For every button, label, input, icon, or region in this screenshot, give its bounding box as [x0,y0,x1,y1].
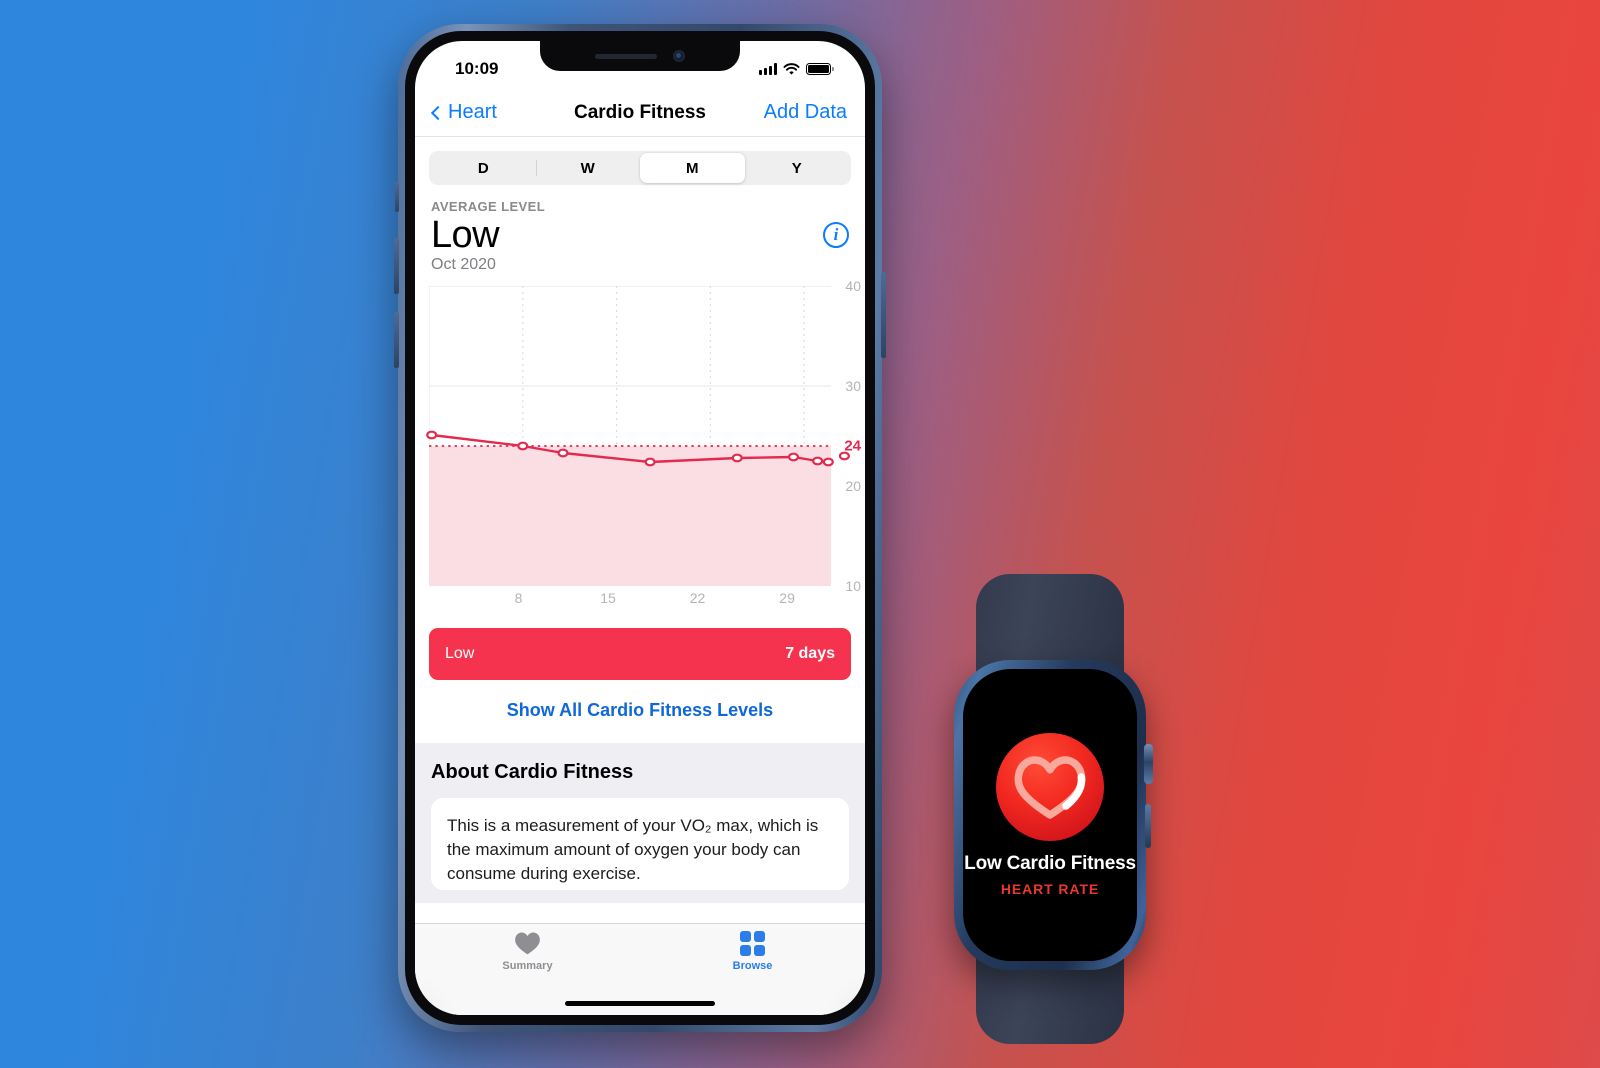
silent-switch[interactable] [395,182,399,212]
wallpaper-background: 10:09 Heart Cardio Fitness Add Data D W … [0,0,1600,1068]
power-button[interactable] [881,272,886,358]
time-range-segmented-control[interactable]: D W M Y [429,151,851,185]
chart-x-tick-label: 22 [689,589,706,606]
apple-watch-device: Low Cardio Fitness HEART RATE [916,574,1184,1044]
volume-up-button[interactable] [394,238,399,294]
cardio-level-label: Low [445,644,475,662]
segment-week[interactable]: W [535,153,641,183]
chart-average-label: 24 [844,437,861,455]
wifi-icon [783,62,800,75]
info-circle-icon[interactable]: i [823,222,849,249]
about-section-body: This is a measurement of your VO₂ max, w… [431,797,849,890]
segment-month[interactable]: M [640,153,745,183]
tab-browse-label: Browse [732,960,773,972]
average-level-caption: AVERAGE LEVEL [431,199,546,214]
add-data-button[interactable]: Add Data [764,101,847,124]
chart-y-tick-label: 30 [845,377,861,394]
segment-year[interactable]: Y [745,153,850,183]
chart-area-fill [429,445,831,586]
phone-bezel: 10:09 Heart Cardio Fitness Add Data D W … [405,31,875,1025]
chart-y-tick-label: 20 [845,477,861,494]
tab-summary-label: Summary [502,960,553,972]
chart-plot-area [429,286,831,586]
navigation-bar: Heart Cardio Fitness Add Data [415,89,865,137]
status-time: 10:09 [455,59,499,78]
heart-icon [515,932,540,955]
cardio-level-pill[interactable]: Low 7 days [429,627,851,680]
digital-crown[interactable] [1144,744,1153,784]
about-section: About Cardio Fitness This is a measureme… [415,742,865,903]
average-level-value: Low [431,214,500,256]
chevron-left-icon [430,105,446,120]
watch-case: Low Cardio Fitness HEART RATE [954,660,1153,970]
home-indicator[interactable] [565,1001,715,1006]
average-level-period: Oct 2020 [431,255,496,273]
chart-y-tick-label: 10 [845,577,861,594]
watch-side-button[interactable] [1145,804,1151,848]
chart-x-tick-label: 29 [779,589,795,606]
battery-full-icon [806,63,834,75]
cardio-level-duration: 7 days [785,644,835,662]
back-button-label: Heart [448,101,497,123]
average-level-row: Low i [415,214,865,257]
content-scroll: D W M Y AVERAGE LEVEL Low i Oct 2020 10 … [415,151,865,1015]
cellular-bars-icon [759,63,777,75]
watch-notification-subtitle: HEART RATE [1000,881,1100,897]
status-indicators [759,62,834,76]
chart-x-tick-label: 15 [600,589,616,606]
browse-grid-icon [740,931,765,956]
heart-rate-icon [996,733,1104,841]
watch-screen: Low Cardio Fitness HEART RATE [963,669,1137,961]
heart-outline-glyph [1014,756,1086,819]
segment-day[interactable]: D [431,153,536,183]
about-section-title: About Cardio Fitness [431,760,634,783]
iphone-device: 10:09 Heart Cardio Fitness Add Data D W … [394,24,886,1032]
chart-x-tick-label: 8 [514,589,523,606]
phone-screen: 10:09 Heart Cardio Fitness Add Data D W … [415,41,865,1015]
watch-notification-title: Low Cardio Fitness [964,853,1136,874]
back-button[interactable]: Heart [430,101,497,124]
chart-y-tick-label: 40 [845,277,861,294]
volume-down-button[interactable] [394,312,399,368]
status-bar: 10:09 [415,41,865,89]
show-all-levels-link[interactable]: Show All Cardio Fitness Levels [415,679,865,743]
cardio-fitness-chart[interactable]: 10 20 30 40 24 8 15 22 29 [415,278,865,616]
